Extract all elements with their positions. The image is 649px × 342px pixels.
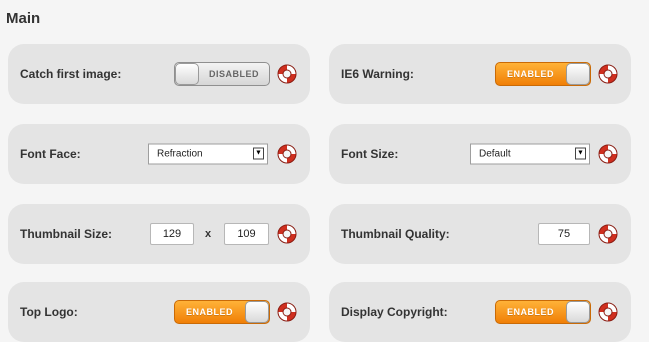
toggle-knob[interactable] <box>175 63 199 85</box>
lifebuoy-help-icon[interactable] <box>277 224 297 244</box>
toggle-knob[interactable] <box>245 301 269 323</box>
font-face-label: Font Face: <box>20 147 81 161</box>
setting-ie6-warning: IE6 Warning: ENABLED <box>329 44 631 104</box>
lifebuoy-help-icon[interactable] <box>598 224 618 244</box>
top-logo-toggle[interactable]: ENABLED <box>174 300 270 324</box>
setting-display-copyright: Display Copyright: ENABLED <box>329 282 631 342</box>
dropdown-arrow-icon[interactable]: ▼ <box>253 147 264 160</box>
toggle-state-text: ENABLED <box>507 69 555 79</box>
font-size-value: Default <box>479 148 511 160</box>
lifebuoy-help-icon[interactable] <box>598 144 618 164</box>
thumbnail-quality-label: Thumbnail Quality: <box>341 227 450 241</box>
setting-catch-first-image: Catch first image: DISABLED <box>8 44 310 104</box>
thumbnail-width-input[interactable]: 129 <box>150 223 194 245</box>
thumbnail-size-label: Thumbnail Size: <box>20 227 113 241</box>
toggle-state-text: ENABLED <box>186 307 234 317</box>
toggle-knob[interactable] <box>566 301 590 323</box>
toggle-knob[interactable] <box>566 63 590 85</box>
setting-thumbnail-size: Thumbnail Size: 129 x 109 <box>8 204 310 264</box>
ie6-warning-label: IE6 Warning: <box>341 67 414 81</box>
display-copyright-label: Display Copyright: <box>341 305 448 319</box>
font-size-select[interactable]: Default ▼ <box>470 143 590 165</box>
section-title: Main <box>6 10 41 27</box>
ie6-warning-toggle[interactable]: ENABLED <box>495 62 591 86</box>
setting-top-logo: Top Logo: ENABLED <box>8 282 310 342</box>
setting-thumbnail-quality: Thumbnail Quality: 75 <box>329 204 631 264</box>
thumbnail-height-input[interactable]: 109 <box>224 223 269 245</box>
dropdown-arrow-icon[interactable]: ▼ <box>575 147 586 160</box>
setting-font-face: Font Face: Refraction ▼ <box>8 124 310 184</box>
toggle-state-text: DISABLED <box>209 69 260 79</box>
setting-font-size: Font Size: Default ▼ <box>329 124 631 184</box>
size-separator: x <box>205 228 212 240</box>
font-size-label: Font Size: <box>341 147 399 161</box>
top-logo-label: Top Logo: <box>20 305 78 319</box>
display-copyright-toggle[interactable]: ENABLED <box>495 300 591 324</box>
thumbnail-quality-input[interactable]: 75 <box>538 223 590 245</box>
catch-first-image-label: Catch first image: <box>20 67 122 81</box>
lifebuoy-help-icon[interactable] <box>277 302 297 322</box>
lifebuoy-help-icon[interactable] <box>598 302 618 322</box>
font-face-value: Refraction <box>157 148 203 160</box>
lifebuoy-help-icon[interactable] <box>277 144 297 164</box>
toggle-state-text: ENABLED <box>507 307 555 317</box>
font-face-select[interactable]: Refraction ▼ <box>148 143 268 165</box>
catch-first-image-toggle[interactable]: DISABLED <box>174 62 270 86</box>
lifebuoy-help-icon[interactable] <box>598 64 618 84</box>
lifebuoy-help-icon[interactable] <box>277 64 297 84</box>
